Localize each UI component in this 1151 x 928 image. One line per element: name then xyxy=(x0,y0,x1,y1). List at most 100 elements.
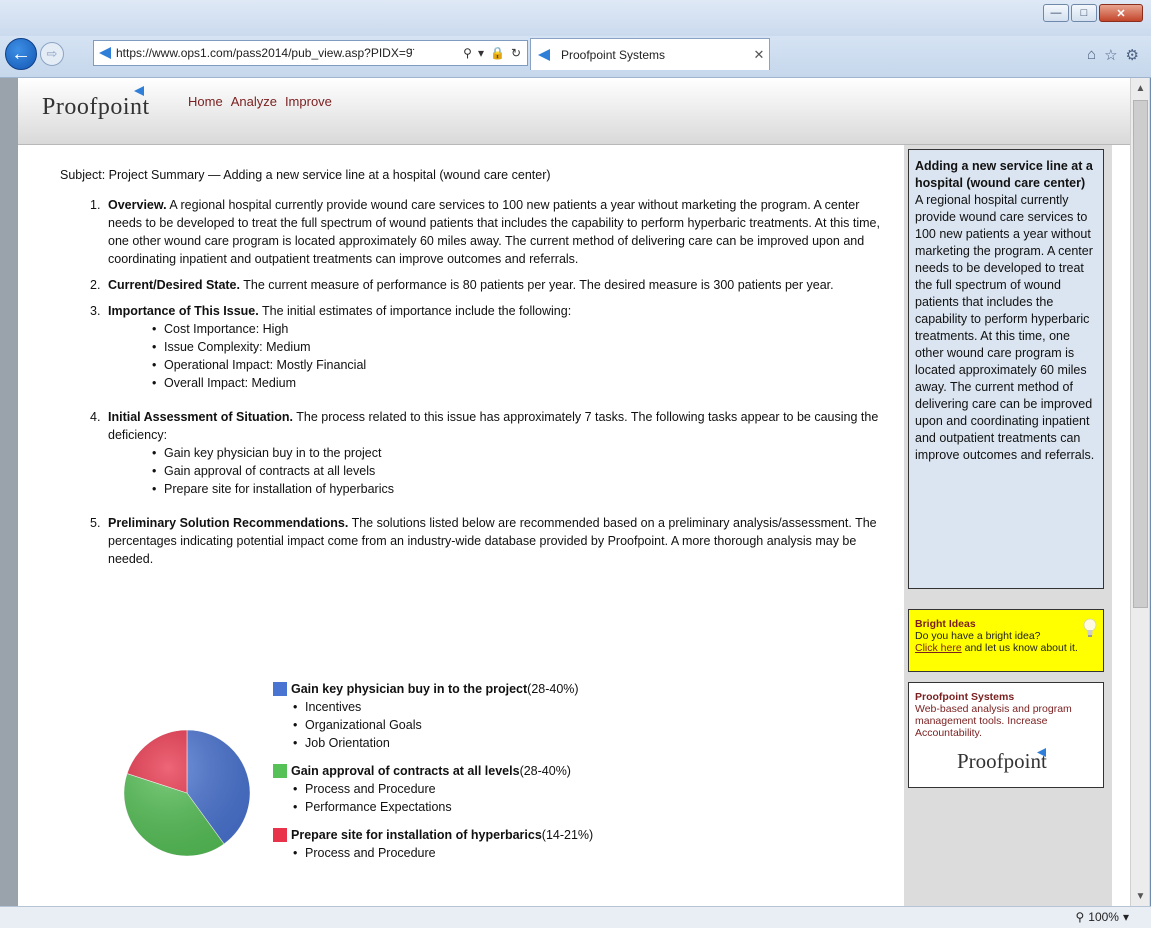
bullet-item: • Gain key physician buy in to the projec… xyxy=(152,446,382,460)
favorites-star-icon[interactable]: ☆ xyxy=(1104,46,1117,64)
bullet-item: • Process and Procedure xyxy=(293,846,436,860)
item-title: Initial Assessment of Situation. xyxy=(108,410,293,424)
maximize-button[interactable]: □ xyxy=(1071,4,1097,22)
zoom-magnifier-icon: ⚲ xyxy=(1075,910,1085,924)
solution-range: (28-40%) xyxy=(527,682,579,696)
bullet-list: • Cost Importance: High • Issue Complexity… xyxy=(152,320,890,392)
bullet-item: • Process and Procedure xyxy=(293,782,436,796)
main-content: Subject: Project Summary — Adding a new … xyxy=(18,145,904,906)
address-bar[interactable]: https://www.ops1.com/pass2014/pub_view.a… xyxy=(93,40,528,66)
nav-home[interactable]: Home xyxy=(188,94,223,109)
pie-shading xyxy=(124,730,250,856)
bright-ideas-link[interactable]: Click here xyxy=(915,642,962,654)
solution-item: Gain approval of contracts at all levels… xyxy=(273,762,773,816)
bright-ideas-rest: and let us know about it. xyxy=(961,642,1078,654)
solution-range: (14-21%) xyxy=(541,828,594,842)
item-number: 3. xyxy=(90,304,101,318)
systems-text: Web-based analysis and program managemen… xyxy=(915,703,1072,739)
zoom-level: 100% xyxy=(1088,910,1119,924)
back-button[interactable]: ← xyxy=(5,38,37,70)
legend-swatch-red xyxy=(273,828,287,842)
summary-box: Adding a new service line at a hospital … xyxy=(908,149,1104,589)
solution-range: (28-40%) xyxy=(519,764,571,778)
forward-button[interactable]: ⇨ xyxy=(40,42,64,66)
status-bar: ⚲ 100% ▾ xyxy=(0,906,1151,928)
site-nav: Home Analyze Improve xyxy=(188,94,332,109)
refresh-icon[interactable]: ↻ xyxy=(511,46,521,60)
systems-title: Proofpoint Systems xyxy=(915,691,1015,703)
dropdown-arrow-icon[interactable]: ▾ xyxy=(478,46,484,60)
browser-toolbar-icons: ⌂ ☆ ⚙ xyxy=(1087,46,1139,64)
bright-ideas-question: Do you have a bright idea? xyxy=(915,630,1041,642)
legend-swatch-blue xyxy=(273,682,287,696)
summary-list: 1. Overview. A regional hospital current… xyxy=(90,196,890,576)
list-item: 5. Preliminary Solution Recommendations.… xyxy=(90,514,890,568)
site-logo-text: Proofpoint xyxy=(42,94,150,120)
bullet-item: • Operational Impact: Mostly Financial xyxy=(152,358,367,372)
bright-ideas-box: Bright Ideas Do you have a bright idea? … xyxy=(908,609,1104,672)
item-title: Overview. xyxy=(108,198,167,212)
scroll-down-arrow-icon[interactable]: ▼ xyxy=(1131,886,1150,906)
scroll-thumb[interactable] xyxy=(1133,100,1148,608)
zoom-dropdown-icon[interactable]: ▾ xyxy=(1123,910,1129,924)
tab-close-icon[interactable]: ✕ xyxy=(749,47,769,63)
bullet-item: • Issue Complexity: Medium xyxy=(152,340,311,354)
logo-flag-icon xyxy=(1037,748,1046,757)
solutions-list: Gain key physician buy in to the project… xyxy=(273,680,773,872)
bullet-item: • Performance Expectations xyxy=(293,800,452,814)
item-number: 4. xyxy=(90,410,101,424)
item-text: The current measure of performance is 80… xyxy=(239,278,834,292)
list-item: 3. Importance of This Issue. The initial… xyxy=(90,302,890,392)
zoom-control[interactable]: ⚲ 100% ▾ xyxy=(1075,910,1129,924)
minimize-button[interactable]: — xyxy=(1043,4,1069,22)
close-window-button[interactable]: ✕ xyxy=(1099,4,1143,22)
solution-title: Gain key physician buy in to the project xyxy=(291,682,528,696)
proofpoint-systems-box: Proofpoint Systems Web-based analysis an… xyxy=(908,682,1104,788)
address-url[interactable]: https://www.ops1.com/pass2014/pub_view.a… xyxy=(116,46,457,60)
site-header: Proofpoint Home Analyze Improve xyxy=(18,78,1130,145)
systems-logo-text: Proofpoint xyxy=(957,749,1047,773)
tab-favicon-icon xyxy=(538,48,550,61)
item-number: 5. xyxy=(90,516,101,530)
lightbulb-icon xyxy=(1083,618,1097,637)
list-item: 1. Overview. A regional hospital current… xyxy=(90,196,890,268)
browser-tab[interactable]: Proofpoint Systems ✕ xyxy=(530,38,770,70)
logo-flag-icon xyxy=(134,86,144,96)
settings-gear-icon[interactable]: ⚙ xyxy=(1126,46,1139,64)
vertical-scrollbar[interactable]: ▲ ▼ xyxy=(1130,78,1149,906)
home-icon[interactable]: ⌂ xyxy=(1087,46,1096,64)
item-text: The initial estimates of importance incl… xyxy=(258,304,572,318)
item-title: Current/Desired State. xyxy=(108,278,240,292)
title-bar: — □ ✕ xyxy=(0,0,1151,36)
browser-navbar: ← ⇨ https://www.ops1.com/pass2014/pub_vi… xyxy=(0,36,1151,78)
solution-item: Gain key physician buy in to the project… xyxy=(273,680,773,752)
bullet-item: • Organizational Goals xyxy=(293,718,422,732)
site-logo[interactable]: Proofpoint xyxy=(42,86,150,121)
left-gutter xyxy=(0,78,18,906)
bullet-item: • Cost Importance: High xyxy=(152,322,289,336)
bullet-item: • Incentives xyxy=(293,700,362,714)
scroll-up-arrow-icon[interactable]: ▲ xyxy=(1131,78,1150,98)
lock-icon[interactable]: 🔒 xyxy=(490,46,505,60)
nav-analyze[interactable]: Analyze xyxy=(231,94,277,109)
summary-text: A regional hospital currently provide wo… xyxy=(915,193,1095,462)
list-item: 4. Initial Assessment of Situation. The … xyxy=(90,408,890,498)
item-text: A regional hospital currently provide wo… xyxy=(108,198,880,266)
bullet-item: • Gain approval of contracts at all level… xyxy=(152,464,376,478)
item-title: Importance of This Issue. xyxy=(108,304,259,318)
bullet-item: • Prepare site for installation of hyperb… xyxy=(152,482,394,496)
item-number: 1. xyxy=(90,198,101,212)
nav-improve[interactable]: Improve xyxy=(285,94,332,109)
tab-title: Proofpoint Systems xyxy=(561,47,666,62)
search-icon[interactable]: ⚲ xyxy=(463,46,472,60)
list-item: 2. Current/Desired State. The current me… xyxy=(90,276,890,294)
solution-title: Prepare site for installation of hyperba… xyxy=(291,828,542,842)
legend-swatch-green xyxy=(273,764,287,778)
right-sidebar: Adding a new service line at a hospital … xyxy=(904,145,1112,906)
bullet-item: • Overall Impact: Medium xyxy=(152,376,296,390)
proofpoint-favicon-icon xyxy=(99,47,111,59)
bright-ideas-title: Bright Ideas xyxy=(915,618,976,630)
systems-logo[interactable]: Proofpoint xyxy=(957,748,1047,772)
window-controls: — □ ✕ xyxy=(1043,4,1143,22)
summary-title: Adding a new service line at a hospital … xyxy=(915,159,1093,190)
